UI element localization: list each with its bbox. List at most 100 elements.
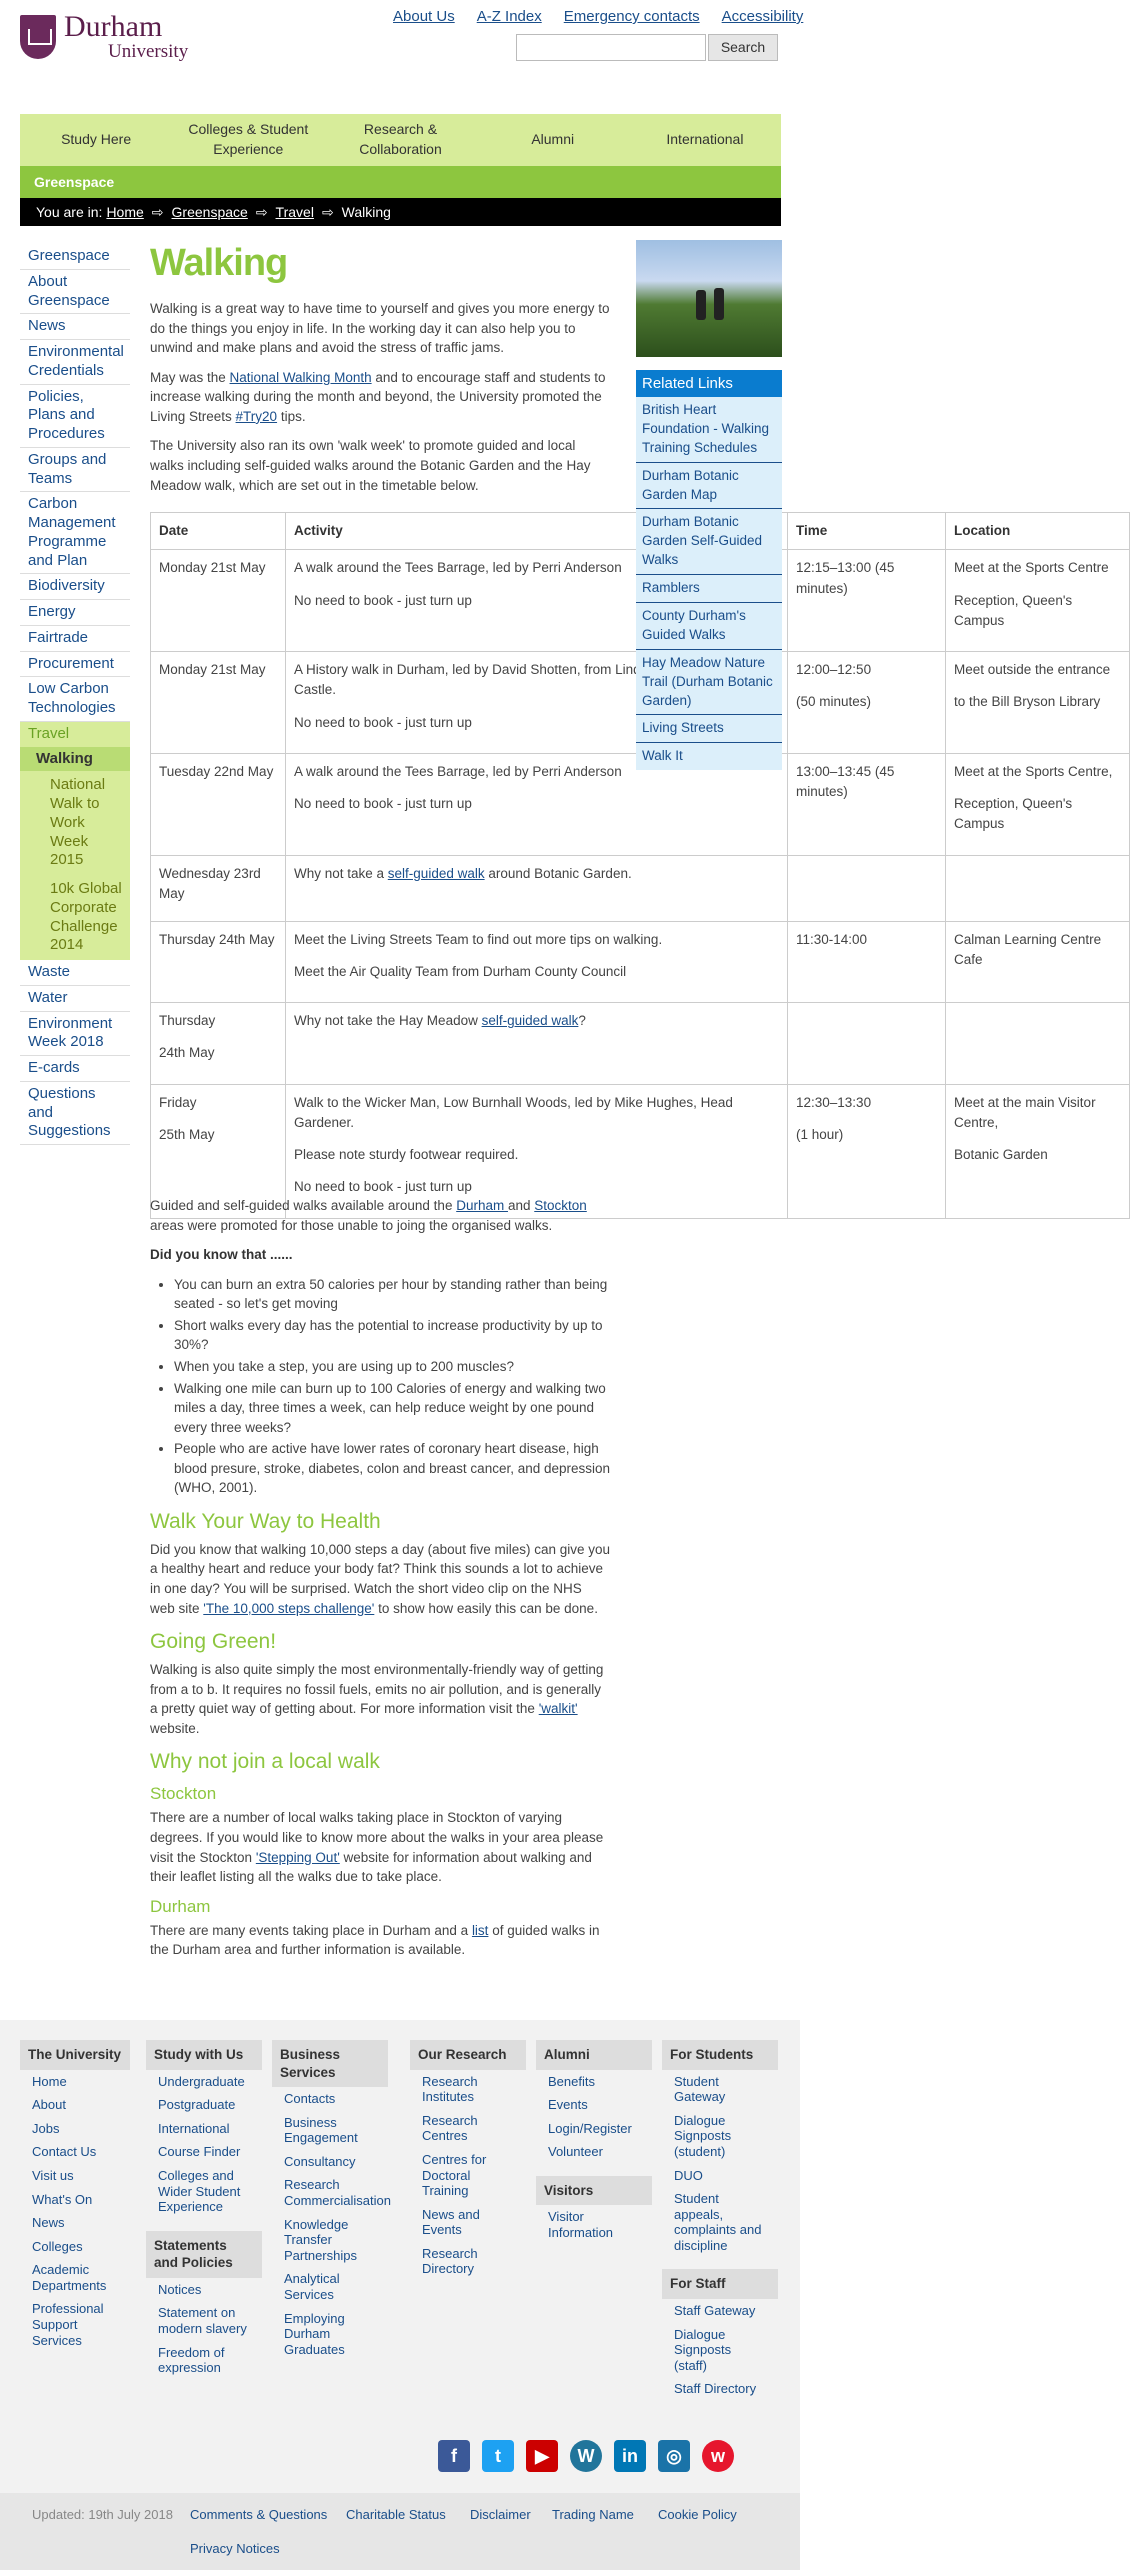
related-link[interactable]: County Durham's Guided Walks bbox=[636, 603, 782, 650]
footer-link[interactable]: Course Finder bbox=[146, 2140, 262, 2164]
footer-link[interactable]: DUO bbox=[662, 2164, 778, 2188]
breadcrumb-home[interactable]: Home bbox=[106, 198, 143, 226]
footer-link[interactable]: Contacts bbox=[272, 2087, 388, 2111]
related-link[interactable]: Durham Botanic Garden Map bbox=[636, 463, 782, 510]
bottom-link[interactable]: Comments & Questions bbox=[190, 2507, 327, 2522]
bottom-link[interactable]: Trading Name bbox=[552, 2507, 634, 2522]
sidebar-item-biodiversity[interactable]: Biodiversity bbox=[20, 574, 130, 600]
sidebar-item-groups[interactable]: Groups and Teams bbox=[20, 448, 130, 493]
try20-link[interactable]: #Try20 bbox=[236, 409, 278, 424]
sidebar-item-walk-to-work[interactable]: National Walk to Work Week 2015 bbox=[20, 771, 130, 875]
footer-link[interactable]: Research Directory bbox=[410, 2242, 526, 2281]
sidebar-item-water[interactable]: Water bbox=[20, 986, 130, 1012]
footer-link[interactable]: Consultancy bbox=[272, 2150, 388, 2174]
footer-link[interactable]: Events bbox=[536, 2093, 652, 2117]
footer-link[interactable]: Staff Gateway bbox=[662, 2299, 778, 2323]
footer-link[interactable]: Staff Directory bbox=[662, 2377, 778, 2401]
sidebar-item-about[interactable]: About Greenspace bbox=[20, 270, 130, 315]
nav-alumni[interactable]: Alumni bbox=[477, 114, 629, 166]
related-link[interactable]: British Heart Foundation - Walking Train… bbox=[636, 397, 782, 463]
footer-link[interactable]: International bbox=[146, 2117, 262, 2141]
section-bar[interactable]: Greenspace bbox=[20, 166, 781, 198]
sidebar-item-credentials[interactable]: Environmental Credentials bbox=[20, 340, 130, 385]
stockton-link[interactable]: Stockton bbox=[534, 1198, 587, 1213]
az-index-link[interactable]: A-Z Index bbox=[477, 8, 542, 25]
footer-link[interactable]: Undergraduate bbox=[146, 2070, 262, 2094]
footer-link[interactable]: Knowledge Transfer Partnerships bbox=[272, 2213, 388, 2268]
national-walking-month-link[interactable]: National Walking Month bbox=[230, 370, 372, 385]
sidebar-item-waste[interactable]: Waste bbox=[20, 960, 130, 986]
footer-link[interactable]: Dialogue Signposts (staff) bbox=[662, 2323, 778, 2378]
related-link[interactable]: Durham Botanic Garden Self-Guided Walks bbox=[636, 509, 782, 576]
linkedin-icon[interactable]: in bbox=[614, 2440, 646, 2472]
nav-colleges[interactable]: Colleges & Student Experience bbox=[172, 114, 324, 166]
weibo-icon[interactable]: w bbox=[702, 2440, 734, 2472]
footer-link[interactable]: Dialogue Signposts (student) bbox=[662, 2109, 778, 2164]
footer-link[interactable]: Benefits bbox=[536, 2070, 652, 2094]
footer-link[interactable]: Jobs bbox=[20, 2117, 130, 2141]
bottom-link[interactable]: Disclaimer bbox=[470, 2507, 531, 2522]
footer-link[interactable]: Notices bbox=[146, 2278, 262, 2302]
footer-link[interactable]: Employing Durham Graduates bbox=[272, 2307, 388, 2362]
footer-link[interactable]: Academic Departments bbox=[20, 2258, 130, 2297]
bottom-link[interactable]: Cookie Policy bbox=[658, 2507, 737, 2522]
footer-link[interactable]: Student appeals, complaints and discipli… bbox=[662, 2187, 778, 2257]
related-link[interactable]: Hay Meadow Nature Trail (Durham Botanic … bbox=[636, 650, 782, 716]
nav-international[interactable]: International bbox=[629, 114, 781, 166]
sidebar-item-env-week[interactable]: Environment Week 2018 bbox=[20, 1012, 130, 1056]
footer-link[interactable]: Business Engagement bbox=[272, 2111, 388, 2150]
accessibility-link[interactable]: Accessibility bbox=[722, 8, 804, 25]
footer-link[interactable]: Volunteer bbox=[536, 2140, 652, 2164]
breadcrumb-travel[interactable]: Travel bbox=[276, 198, 314, 226]
footer-link[interactable]: Postgraduate bbox=[146, 2093, 262, 2117]
sidebar-item-news[interactable]: News bbox=[20, 314, 130, 340]
footer-link[interactable]: Colleges and Wider Student Experience bbox=[146, 2164, 262, 2219]
sidebar-item-travel[interactable]: Travel bbox=[20, 721, 130, 747]
facebook-icon[interactable]: f bbox=[438, 2440, 470, 2472]
hay-meadow-walk-link[interactable]: self-guided walk bbox=[482, 1013, 579, 1028]
related-link[interactable]: Living Streets bbox=[636, 715, 782, 744]
footer-link[interactable]: News and Events bbox=[410, 2203, 526, 2242]
footer-link[interactable]: Professional Support Services bbox=[20, 2297, 130, 2352]
footer-link[interactable]: What's On bbox=[20, 2188, 130, 2212]
sidebar-item-policies[interactable]: Policies, Plans and Procedures bbox=[20, 385, 130, 448]
footer-link[interactable]: Research Institutes bbox=[410, 2070, 526, 2109]
footer-link[interactable]: Freedom of expression bbox=[146, 2341, 262, 2380]
steps-challenge-link[interactable]: 'The 10,000 steps challenge' bbox=[203, 1601, 374, 1616]
bottom-link[interactable]: Privacy Notices bbox=[190, 2541, 280, 2556]
guided-walks-list-link[interactable]: list bbox=[472, 1923, 489, 1938]
stepping-out-link[interactable]: 'Stepping Out' bbox=[256, 1850, 340, 1865]
sidebar-item-walking[interactable]: Walking bbox=[20, 746, 130, 772]
sidebar-item-low-carbon[interactable]: Low Carbon Technologies bbox=[20, 677, 130, 722]
durham-link[interactable]: Durham bbox=[456, 1198, 508, 1213]
sidebar-item-greenspace[interactable]: Greenspace bbox=[20, 244, 130, 270]
emergency-contacts-link[interactable]: Emergency contacts bbox=[564, 8, 700, 25]
sidebar-item-procurement[interactable]: Procurement bbox=[20, 652, 130, 678]
breadcrumb-greenspace[interactable]: Greenspace bbox=[172, 198, 248, 226]
university-logo[interactable]: Durham University bbox=[20, 12, 188, 61]
sidebar-item-questions[interactable]: Questions and Suggestions bbox=[20, 1082, 130, 1145]
twitter-icon[interactable]: t bbox=[482, 2440, 514, 2472]
instagram-icon[interactable]: ◎ bbox=[658, 2440, 690, 2472]
footer-link[interactable]: Login/Register bbox=[536, 2117, 652, 2141]
footer-link[interactable]: Student Gateway bbox=[662, 2070, 778, 2109]
footer-link[interactable]: Visit us bbox=[20, 2164, 130, 2188]
footer-link[interactable]: Visitor Information bbox=[536, 2205, 652, 2244]
related-link[interactable]: Ramblers bbox=[636, 575, 782, 604]
related-link[interactable]: Walk It bbox=[636, 743, 782, 770]
walkit-link[interactable]: 'walkit' bbox=[539, 1701, 578, 1716]
sidebar-item-fairtrade[interactable]: Fairtrade bbox=[20, 626, 130, 652]
self-guided-walk-link[interactable]: self-guided walk bbox=[388, 866, 485, 881]
bottom-link[interactable]: Charitable Status bbox=[346, 2507, 446, 2522]
footer-link[interactable]: Research Commercialisation bbox=[272, 2173, 391, 2212]
wordpress-icon[interactable]: W bbox=[570, 2440, 602, 2472]
about-us-link[interactable]: About Us bbox=[393, 8, 455, 25]
footer-link[interactable]: Research Centres bbox=[410, 2109, 526, 2148]
footer-link[interactable]: Centres for Doctoral Training bbox=[410, 2148, 526, 2203]
footer-link[interactable]: Analytical Services bbox=[272, 2267, 388, 2306]
sidebar-item-carbon[interactable]: Carbon Management Programme and Plan bbox=[20, 492, 130, 575]
footer-link[interactable]: About bbox=[20, 2093, 130, 2117]
nav-research[interactable]: Research & Collaboration bbox=[324, 114, 476, 166]
footer-link[interactable]: Colleges bbox=[20, 2235, 130, 2259]
youtube-icon[interactable]: ▶ bbox=[526, 2440, 558, 2472]
